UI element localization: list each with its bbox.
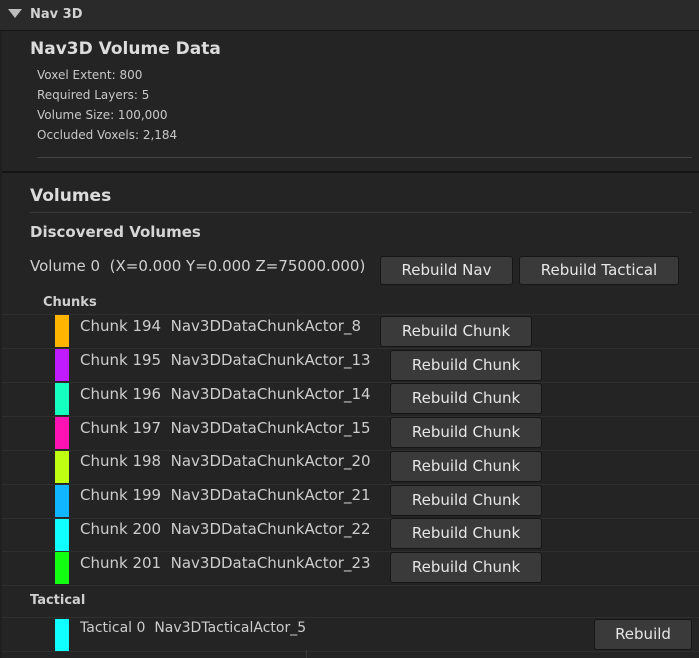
volume-data-title: Nav3D Volume Data (30, 39, 221, 59)
rebuild-tactical-button[interactable]: Rebuild Tactical (519, 256, 679, 285)
panel-header[interactable] (0, 0, 699, 31)
stat-required-layers: Required Layers: 5 (37, 88, 150, 102)
chunk-label: Chunk 199 Nav3DDataChunkActor_21 (80, 486, 371, 504)
stat-voxel-extent: Voxel Extent: 800 (37, 68, 143, 82)
chunk-color-swatch (55, 451, 69, 483)
tactical-color-swatch (55, 619, 69, 651)
row-divider (2, 585, 699, 586)
divider (37, 157, 692, 158)
row-divider (2, 551, 699, 552)
chunk-label: Chunk 196 Nav3DDataChunkActor_14 (80, 385, 371, 403)
chunk-color-swatch (55, 485, 69, 517)
rebuild-chunk-button[interactable]: Rebuild Chunk (390, 350, 542, 381)
volume-label: Volume 0 (X=0.000 Y=0.000 Z=75000.000) (30, 257, 366, 275)
row-divider (2, 382, 699, 383)
rebuild-chunk-button[interactable]: Rebuild Chunk (390, 485, 542, 516)
chunk-color-swatch (55, 417, 69, 449)
panel-title: Nav 3D (30, 7, 83, 22)
rebuild-tactical-item-button[interactable]: Rebuild (594, 619, 692, 650)
stat-volume-size: Volume Size: 100,000 (37, 108, 168, 122)
chunk-color-swatch (55, 383, 69, 415)
row-divider (2, 518, 699, 519)
rebuild-chunk-button[interactable]: Rebuild Chunk (390, 383, 542, 414)
section-divider (2, 171, 699, 173)
tactical-label: Tactical 0 Nav3DTacticalActor_5 (80, 620, 307, 636)
row-divider (2, 484, 699, 485)
rebuild-chunk-button[interactable]: Rebuild Chunk (390, 417, 542, 448)
chunk-color-swatch (55, 519, 69, 551)
rebuild-chunk-button[interactable]: Rebuild Chunk (390, 451, 542, 482)
chunks-title: Chunks (43, 295, 97, 310)
divider (30, 212, 692, 213)
tactical-title: Tactical (30, 593, 86, 608)
rebuild-chunk-button[interactable]: Rebuild Chunk (390, 552, 542, 583)
chunk-label: Chunk 195 Nav3DDataChunkActor_13 (80, 351, 371, 369)
row-divider (2, 348, 699, 349)
rebuild-chunk-button[interactable]: Rebuild Chunk (390, 518, 542, 549)
chunk-label: Chunk 198 Nav3DDataChunkActor_20 (80, 452, 371, 470)
row-divider (2, 314, 699, 315)
chunk-color-swatch (55, 315, 69, 347)
rebuild-chunk-button[interactable]: Rebuild Chunk (380, 316, 532, 347)
row-divider (2, 651, 699, 652)
chunk-color-swatch (55, 552, 69, 584)
chunk-label: Chunk 200 Nav3DDataChunkActor_22 (80, 520, 371, 538)
volumes-title: Volumes (30, 186, 112, 206)
chunk-label: Chunk 197 Nav3DDataChunkActor_15 (80, 419, 371, 437)
row-divider (2, 416, 699, 417)
chunk-label: Chunk 201 Nav3DDataChunkActor_23 (80, 554, 371, 572)
discovered-volumes-title: Discovered Volumes (30, 223, 201, 241)
chunk-label: Chunk 194 Nav3DDataChunkActor_8 (80, 317, 362, 335)
column-divider (306, 650, 307, 658)
collapse-arrow-icon[interactable] (8, 9, 22, 18)
stat-occluded-voxels: Occluded Voxels: 2,184 (37, 128, 178, 142)
row-divider (2, 450, 699, 451)
row-divider (2, 617, 699, 618)
rebuild-nav-button[interactable]: Rebuild Nav (380, 256, 513, 285)
chunk-color-swatch (55, 349, 69, 381)
